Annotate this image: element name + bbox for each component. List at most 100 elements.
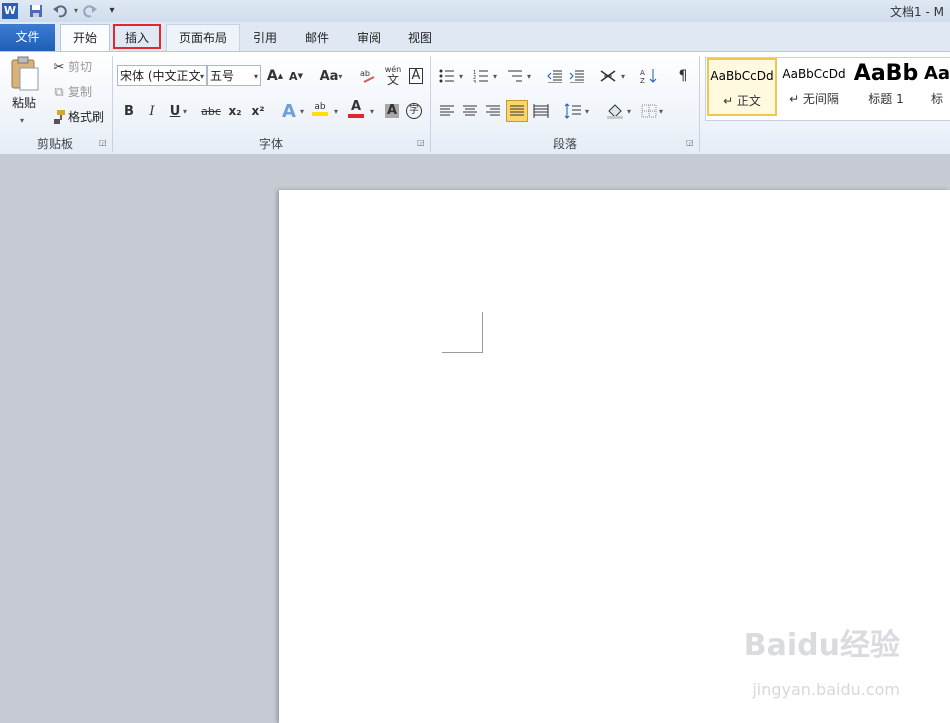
format-painter-button[interactable]: 格式刷: [68, 106, 104, 128]
chinese-layout-icon[interactable]: [598, 65, 620, 87]
style-name: 标: [930, 92, 943, 106]
style-name: 标题 1: [868, 92, 904, 106]
style-name: ↵ 无间隔: [789, 92, 839, 106]
style-sample: AaBbCcDd: [710, 69, 774, 83]
sort-icon[interactable]: AZ: [638, 65, 660, 87]
customize-qat-icon[interactable]: ▾: [104, 3, 120, 19]
change-case-button[interactable]: Aa ▾: [316, 65, 346, 87]
align-left-icon[interactable]: [436, 100, 458, 122]
word-app-icon[interactable]: W: [2, 3, 18, 19]
clipboard-group-label: 剪贴板: [36, 137, 73, 151]
grow-font-icon[interactable]: A ▲: [264, 65, 286, 87]
copy-button[interactable]: 复制: [68, 81, 92, 103]
chevron-down-icon[interactable]: ▾: [254, 66, 258, 85]
tab-insert[interactable]: 插入: [113, 24, 161, 49]
line-spacing-icon[interactable]: [562, 100, 584, 122]
chevron-down-icon[interactable]: ▾: [618, 65, 628, 87]
paragraph-launcher-icon[interactable]: ◲: [686, 138, 694, 147]
highlight-icon[interactable]: ab: [309, 98, 331, 120]
scissors-icon: ✂: [53, 59, 65, 75]
svg-text:Z: Z: [640, 77, 645, 84]
font-launcher-icon[interactable]: ◲: [417, 138, 425, 147]
chevron-down-icon[interactable]: ▾: [490, 65, 500, 87]
tab-view[interactable]: 视图: [398, 25, 442, 51]
clear-format-icon[interactable]: ab: [358, 65, 380, 87]
enclose-characters-label: 字: [406, 103, 422, 119]
font-color-label: A: [350, 99, 362, 114]
decrease-indent-icon[interactable]: [544, 65, 566, 87]
watermark-logo: Baidu经验: [743, 628, 900, 663]
bold-button[interactable]: B: [118, 100, 140, 122]
justify-icon[interactable]: [506, 100, 528, 122]
tab-page-layout[interactable]: 页面布局: [166, 24, 240, 52]
chevron-down-icon[interactable]: ▾: [199, 66, 204, 85]
cut-button[interactable]: 剪切: [68, 56, 92, 78]
subscript-button[interactable]: x₂: [224, 100, 246, 122]
redo-icon[interactable]: [82, 3, 98, 19]
shading-icon[interactable]: [604, 100, 626, 122]
chevron-down-icon[interactable]: ▾: [331, 100, 341, 122]
font-group-label: 字体: [258, 137, 283, 151]
ribbon-tabs: 文件 开始 插入 页面布局 引用 邮件 审阅 视图: [0, 22, 950, 52]
paste-dropdown-icon[interactable]: ▾: [20, 110, 24, 132]
style-sample: AaBb: [853, 61, 919, 86]
chevron-down-icon[interactable]: ▾: [582, 100, 592, 122]
character-shading-icon[interactable]: A: [381, 100, 403, 122]
chevron-down-icon[interactable]: ▾: [524, 65, 534, 87]
font-size-value: 五号: [210, 69, 235, 83]
phonetic-guide-icon[interactable]: wén 文: [382, 64, 404, 86]
font-name-value: 宋体 (中文正文): [120, 69, 206, 83]
superscript-button[interactable]: x²: [247, 100, 269, 122]
shrink-font-icon[interactable]: A ▼: [285, 65, 307, 87]
font-name-combo[interactable]: 宋体 (中文正文) ▾: [117, 65, 207, 86]
font-size-combo[interactable]: 五号 ▾: [207, 65, 261, 86]
chevron-down-icon[interactable]: ▾: [367, 100, 377, 122]
style-no-spacing[interactable]: AaBbCcDd ↵ 无间隔: [780, 58, 848, 116]
tab-mailings[interactable]: 邮件: [295, 25, 339, 51]
change-case-label: Aa: [319, 68, 339, 84]
align-right-icon[interactable]: [482, 100, 504, 122]
tab-references[interactable]: 引用: [243, 25, 287, 51]
tab-file[interactable]: 文件: [0, 24, 55, 51]
save-icon[interactable]: [28, 3, 44, 19]
undo-icon[interactable]: [52, 3, 68, 19]
font-color-icon[interactable]: A: [345, 98, 367, 120]
italic-button[interactable]: I: [141, 100, 163, 122]
chevron-down-icon[interactable]: ▾: [456, 65, 466, 87]
chevron-down-icon[interactable]: ▾: [297, 100, 307, 122]
copy-icon: ⧉: [54, 84, 64, 100]
numbering-icon[interactable]: 123: [470, 65, 492, 87]
svg-text:3: 3: [473, 80, 476, 83]
tab-review[interactable]: 审阅: [347, 25, 391, 51]
clipboard-launcher-icon[interactable]: ◲: [99, 138, 107, 147]
distributed-icon[interactable]: [530, 100, 552, 122]
character-border-icon[interactable]: A: [405, 65, 427, 87]
paste-icon[interactable]: [8, 56, 42, 92]
increase-indent-icon[interactable]: [566, 65, 588, 87]
character-shading-label: A: [384, 103, 400, 118]
align-center-icon[interactable]: [459, 100, 481, 122]
show-marks-icon[interactable]: ¶: [672, 65, 694, 87]
multilevel-list-icon[interactable]: [504, 65, 526, 87]
style-heading-2[interactable]: Aa 标: [924, 58, 950, 116]
margin-corner-mark: [482, 312, 483, 352]
style-sample: AaBbCcDd: [782, 67, 846, 81]
style-normal[interactable]: AaBbCcDd ↵ 正文: [707, 58, 777, 116]
chevron-down-icon[interactable]: ▾: [180, 100, 190, 122]
tab-home[interactable]: 开始: [60, 24, 110, 52]
strikethrough-button[interactable]: abc: [198, 100, 224, 122]
chevron-down-icon: ▾: [338, 71, 343, 81]
phonetic-guide-char: 文: [386, 73, 399, 87]
watermark-url: jingyan.baidu.com: [752, 680, 900, 699]
svg-text:ab: ab: [360, 69, 370, 78]
paragraph-group-label: 段落: [552, 137, 577, 151]
style-name: ↵ 正文: [723, 94, 761, 108]
style-heading-1[interactable]: AaBb 标题 1: [852, 58, 920, 116]
format-painter-icon: [48, 106, 70, 128]
chevron-down-icon[interactable]: ▾: [656, 100, 666, 122]
enclose-characters-icon[interactable]: 字: [403, 100, 425, 122]
chevron-down-icon[interactable]: ▾: [624, 100, 634, 122]
title-bar: W ▾ ▾ 文档1 - M: [0, 0, 950, 23]
group-divider: [699, 56, 700, 152]
bullets-icon[interactable]: [436, 65, 458, 87]
